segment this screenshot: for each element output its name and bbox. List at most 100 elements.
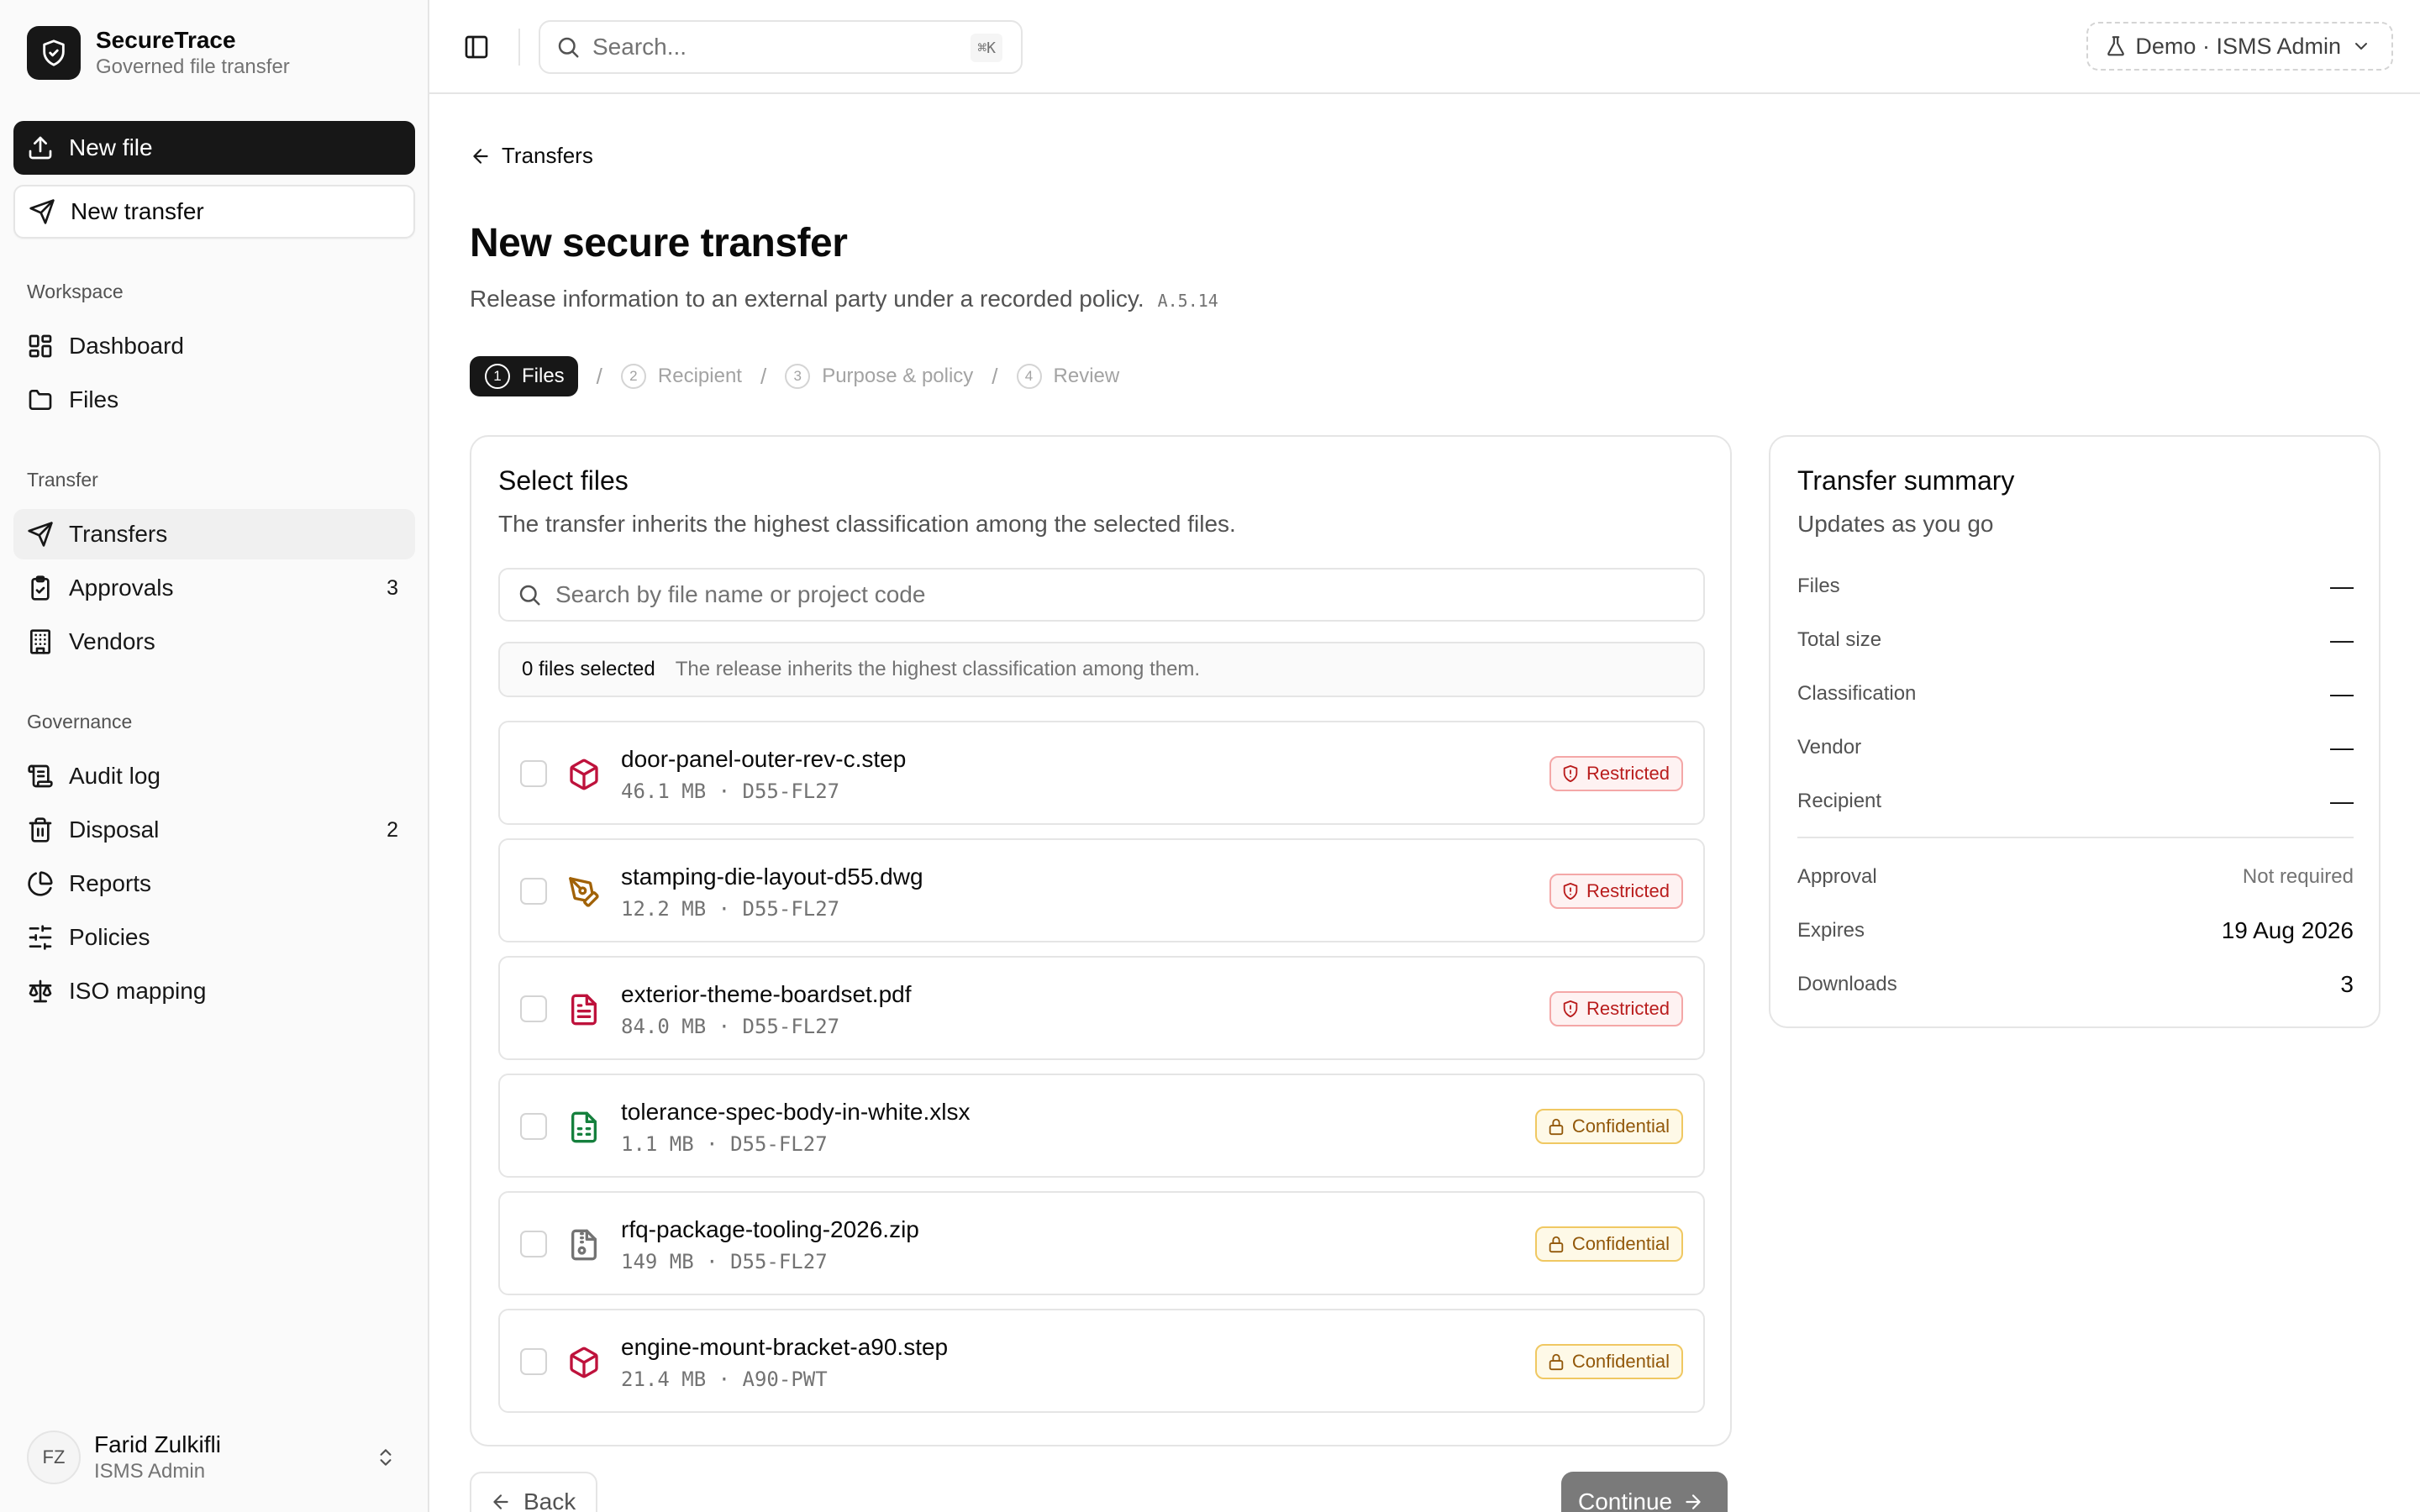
file-name: stamping-die-layout-d55.dwg bbox=[621, 864, 923, 890]
demo-role-switcher[interactable]: Demo · ISMS Admin bbox=[2086, 22, 2393, 71]
file-name: tolerance-spec-body-in-white.xlsx bbox=[621, 1099, 971, 1125]
file-row[interactable]: rfq-package-tooling-2026.zip 149 MB · D5… bbox=[498, 1191, 1705, 1295]
building-icon bbox=[27, 628, 54, 655]
summary-value: — bbox=[2330, 734, 2354, 760]
file-project: A90-PWT bbox=[742, 1368, 828, 1391]
summary-value: — bbox=[2330, 627, 2354, 653]
new-transfer-button[interactable]: New transfer bbox=[13, 185, 415, 239]
file-meta: 149 MB · D55-FL27 bbox=[621, 1250, 828, 1273]
page-title: New secure transfer bbox=[470, 221, 848, 265]
file-checkbox[interactable] bbox=[520, 878, 547, 905]
file-checkbox[interactable] bbox=[520, 760, 547, 787]
search-input[interactable]: Search... ⌘K bbox=[539, 20, 1023, 74]
sidebar-item-label: Transfers bbox=[69, 521, 168, 547]
card-subtitle: The transfer inherits the highest classi… bbox=[498, 511, 1236, 537]
back-to-transfers-link[interactable]: Transfers bbox=[470, 143, 593, 169]
sidebar-item-vendors[interactable]: Vendors bbox=[13, 617, 415, 667]
file-meta: 12.2 MB · D55-FL27 bbox=[621, 897, 840, 921]
file-search-input[interactable]: Search by file name or project code bbox=[498, 568, 1705, 622]
shield-alert-icon bbox=[1561, 1000, 1580, 1018]
file-size: 84.0 MB bbox=[621, 1015, 707, 1038]
file-spreadsheet-icon bbox=[567, 1110, 601, 1144]
summary-value: Not required bbox=[2242, 865, 2354, 888]
sidebar-item-iso-mapping[interactable]: ISO mapping bbox=[13, 966, 415, 1016]
back-button-label: Back bbox=[523, 1488, 576, 1512]
badge-label: Restricted bbox=[1586, 998, 1670, 1019]
sidebar: SecureTrace Governed file transfer New f… bbox=[0, 0, 429, 1512]
file-checkbox[interactable] bbox=[520, 1113, 547, 1140]
sidebar-item-disposal[interactable]: Disposal 2 bbox=[13, 805, 415, 855]
file-row[interactable]: tolerance-spec-body-in-white.xlsx 1.1 MB… bbox=[498, 1074, 1705, 1178]
demo-label: Demo · ISMS Admin bbox=[2135, 33, 2341, 59]
step-number: 4 bbox=[1016, 364, 1042, 389]
arrow-right-icon bbox=[1682, 1491, 1704, 1512]
badge-label: Confidential bbox=[1571, 1351, 1670, 1372]
file-meta: 21.4 MB · A90-PWT bbox=[621, 1368, 828, 1391]
summary-value: 3 bbox=[2340, 971, 2354, 997]
file-checkbox[interactable] bbox=[520, 995, 547, 1022]
classification-badge: Confidential bbox=[1534, 1344, 1683, 1379]
sidebar-item-files[interactable]: Files bbox=[13, 375, 415, 425]
summary-row-expires: Expires 19 Aug 2026 bbox=[1797, 914, 2354, 948]
control-code: A.5.14 bbox=[1157, 291, 1218, 311]
back-link-label: Transfers bbox=[502, 143, 593, 168]
file-size: 1.1 MB bbox=[621, 1132, 694, 1156]
sidebar-item-dashboard[interactable]: Dashboard bbox=[13, 321, 415, 371]
file-checkbox[interactable] bbox=[520, 1231, 547, 1257]
chevron-down-icon bbox=[2351, 36, 2371, 56]
select-files-card: Select files The transfer inherits the h… bbox=[470, 435, 1732, 1446]
continue-button[interactable]: Continue bbox=[1561, 1472, 1728, 1512]
file-checkbox[interactable] bbox=[520, 1348, 547, 1375]
sidebar-item-transfers[interactable]: Transfers bbox=[13, 509, 415, 559]
brand[interactable]: SecureTrace Governed file transfer bbox=[27, 25, 290, 81]
summary-row-classification: Classification — bbox=[1797, 677, 2354, 711]
app-tagline: Governed file transfer bbox=[96, 55, 290, 78]
transfer-summary-card: Transfer summary Updates as you go Files… bbox=[1769, 435, 2381, 1028]
file-row[interactable]: door-panel-outer-rev-c.step 46.1 MB · D5… bbox=[498, 721, 1705, 825]
sidebar-item-policies[interactable]: Policies bbox=[13, 912, 415, 963]
selection-summary-bar: 0 files selected The release inherits th… bbox=[498, 642, 1705, 697]
continue-button-label: Continue bbox=[1578, 1488, 1673, 1512]
stepper: 1 Files / 2 Recipient / 3 Purpose & poli… bbox=[470, 356, 1119, 396]
summary-value: — bbox=[2330, 680, 2354, 706]
sidebar-toggle-icon[interactable] bbox=[463, 34, 490, 60]
send-icon bbox=[27, 521, 54, 548]
sidebar-item-label: Audit log bbox=[69, 763, 160, 789]
summary-row-total-size: Total size — bbox=[1797, 623, 2354, 657]
search-icon bbox=[555, 34, 581, 60]
trash-icon bbox=[27, 816, 54, 843]
search-placeholder: Search... bbox=[592, 34, 687, 60]
file-name: door-panel-outer-rev-c.step bbox=[621, 746, 907, 772]
summary-label: Files bbox=[1797, 575, 1840, 597]
step-label: Files bbox=[522, 365, 565, 387]
file-row[interactable]: exterior-theme-boardset.pdf 84.0 MB · D5… bbox=[498, 956, 1705, 1060]
card-title: Transfer summary bbox=[1797, 465, 2015, 496]
cube-icon bbox=[567, 1346, 601, 1379]
sidebar-item-approvals[interactable]: Approvals 3 bbox=[13, 563, 415, 613]
classification-badge: Restricted bbox=[1549, 991, 1683, 1026]
file-size: 21.4 MB bbox=[621, 1368, 707, 1391]
sidebar-item-label: Reports bbox=[69, 870, 152, 896]
step-review[interactable]: 4 Review bbox=[1016, 356, 1119, 396]
file-row[interactable]: engine-mount-bracket-a90.step 21.4 MB · … bbox=[498, 1309, 1705, 1413]
scale-icon bbox=[27, 978, 54, 1005]
send-icon bbox=[29, 198, 55, 225]
topbar: Search... ⌘K Demo · ISMS Admin bbox=[429, 0, 2420, 94]
file-row[interactable]: stamping-die-layout-d55.dwg 12.2 MB · D5… bbox=[498, 838, 1705, 942]
step-purpose-policy[interactable]: 3 Purpose & policy bbox=[785, 356, 973, 396]
pen-tool-icon bbox=[567, 875, 601, 909]
file-project: D55-FL27 bbox=[730, 1250, 828, 1273]
arrow-left-icon bbox=[470, 145, 492, 167]
user-menu[interactable]: FZ Farid Zulkifli ISMS Admin bbox=[27, 1430, 405, 1485]
step-recipient[interactable]: 2 Recipient bbox=[620, 356, 742, 396]
summary-label: Expires bbox=[1797, 919, 1865, 942]
sidebar-item-reports[interactable]: Reports bbox=[13, 858, 415, 909]
step-files[interactable]: 1 Files bbox=[470, 356, 578, 396]
card-title: Select files bbox=[498, 465, 629, 496]
disposal-count-badge: 2 bbox=[387, 817, 398, 842]
sidebar-item-label: Disposal bbox=[69, 816, 160, 843]
back-button[interactable]: Back bbox=[470, 1472, 597, 1512]
flask-icon bbox=[2105, 35, 2127, 57]
sidebar-item-audit-log[interactable]: Audit log bbox=[13, 751, 415, 801]
new-file-button[interactable]: New file bbox=[13, 121, 415, 175]
